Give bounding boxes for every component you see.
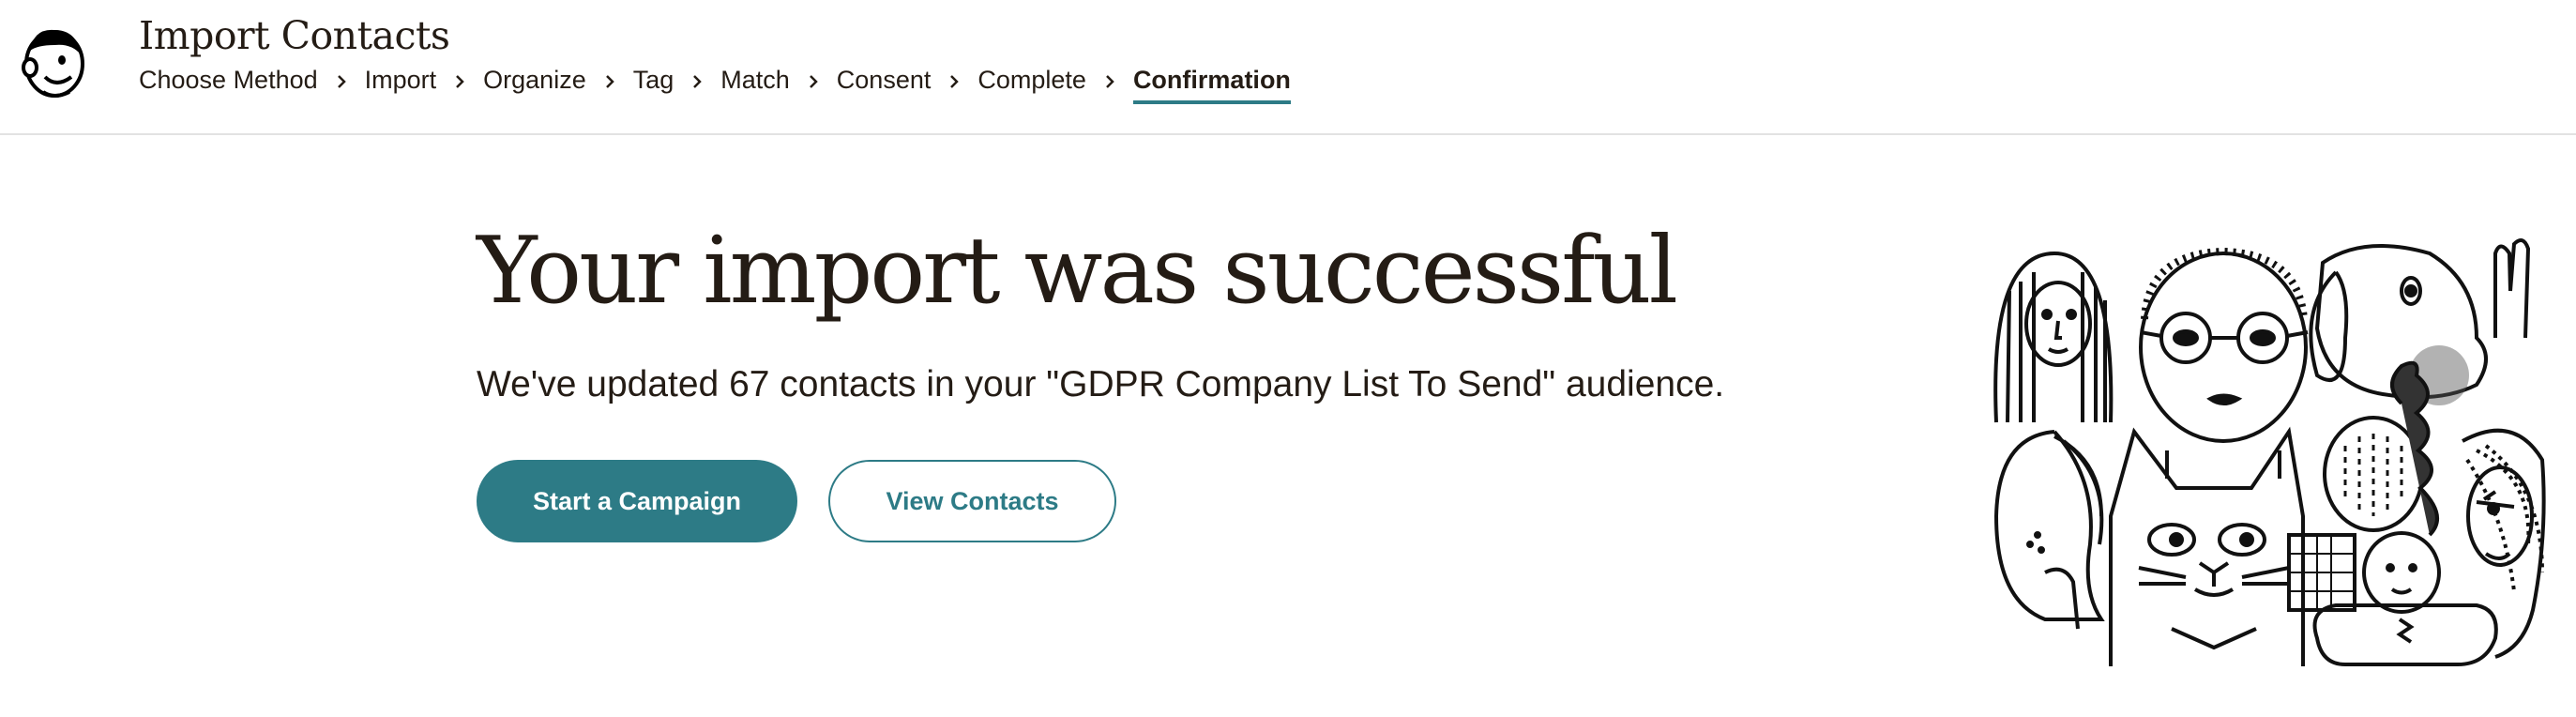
breadcrumb-confirmation[interactable]: Confirmation — [1132, 66, 1291, 104]
top-header: Import Contacts Choose Method Import Org… — [0, 0, 2576, 135]
chevron-right-icon — [1086, 66, 1133, 95]
breadcrumb-match[interactable]: Match — [720, 66, 790, 100]
chevron-right-icon — [436, 66, 483, 95]
chevron-right-icon — [318, 66, 365, 95]
import-summary-message: We've updated 67 contacts in your "GDPR … — [477, 364, 1725, 404]
start-campaign-button[interactable]: Start a Campaign — [477, 460, 797, 542]
crowd-of-faces-illustration-icon — [1993, 238, 2546, 666]
chevron-right-icon — [790, 66, 837, 95]
view-contacts-button[interactable]: View Contacts — [828, 460, 1116, 542]
breadcrumb: Choose Method Import Organize Tag Match … — [139, 66, 1291, 107]
chevron-right-icon — [674, 66, 720, 95]
breadcrumb-organize[interactable]: Organize — [483, 66, 586, 100]
mailchimp-logo-icon[interactable] — [17, 23, 92, 101]
breadcrumb-choose-method[interactable]: Choose Method — [139, 66, 318, 100]
chevron-right-icon — [931, 66, 977, 95]
breadcrumb-consent[interactable]: Consent — [837, 66, 932, 100]
page-title: Import Contacts — [139, 13, 450, 58]
breadcrumb-import[interactable]: Import — [365, 66, 437, 100]
breadcrumb-tag[interactable]: Tag — [633, 66, 674, 100]
breadcrumb-complete[interactable]: Complete — [977, 66, 1086, 100]
chevron-right-icon — [586, 66, 633, 95]
success-headline: Your import was successful — [477, 218, 1678, 325]
